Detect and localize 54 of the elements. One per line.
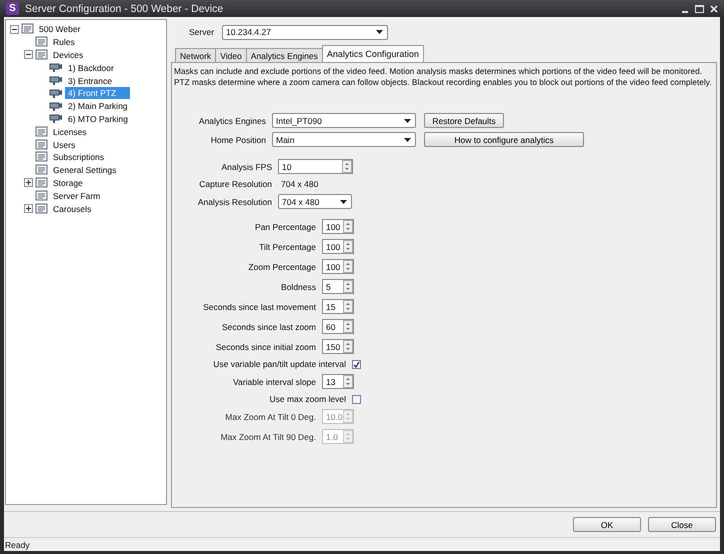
server-dropdown[interactable]: 10.234.4.27: [222, 24, 388, 40]
field-label: Boldness: [280, 282, 316, 292]
server-label: Server: [189, 27, 214, 37]
tree-item[interactable]: 2) Main Parking: [65, 100, 131, 112]
app-logo-icon: S: [6, 2, 19, 15]
field-label: Analysis Resolution: [196, 196, 272, 206]
dropdown[interactable]: Intel_PT090: [272, 113, 416, 128]
field-label: Max Zoom At Tilt 90 Deg.: [220, 432, 316, 442]
tree-item[interactable]: Licenses: [50, 126, 90, 138]
tree-item[interactable]: 6) MTO Parking: [65, 112, 131, 125]
action-button[interactable]: How to configure analytics: [424, 132, 584, 147]
field-label: Seconds since last zoom: [220, 322, 316, 332]
spin-field[interactable]: 15: [326, 302, 336, 312]
action-button[interactable]: Restore Defaults: [424, 113, 504, 128]
tab[interactable]: Analytics Engines: [246, 48, 323, 62]
tree-item[interactable]: 1) Backdoor: [65, 62, 117, 74]
tree-item[interactable]: Users: [50, 138, 78, 151]
tree-item[interactable]: 500 Weber: [36, 23, 84, 36]
spin-field[interactable]: 13: [326, 376, 336, 386]
tree-item[interactable]: General Settings: [50, 164, 120, 176]
status-text: Ready: [5, 540, 30, 550]
field-label: Seconds since initial zoom: [214, 342, 316, 352]
field-value: 704 x 480: [280, 179, 318, 189]
tree-item[interactable]: Subscriptions: [50, 151, 108, 164]
dialog-button[interactable]: OK: [573, 517, 641, 532]
field-label: Tilt Percentage: [258, 242, 316, 252]
window-title: Server Configuration - 500 Weber - Device: [25, 2, 224, 14]
field-label: Seconds since last movement: [202, 302, 316, 312]
field-label: Analysis FPS: [220, 162, 272, 172]
tree-item[interactable]: Rules: [50, 36, 78, 48]
tab[interactable]: Video: [215, 48, 247, 62]
tree-item[interactable]: Carousels: [50, 202, 94, 215]
field-label: Max Zoom At Tilt 0 Deg.: [224, 412, 316, 422]
dropdown[interactable]: Main: [272, 132, 416, 147]
checkbox-label: Use variable pan/tilt update interval: [212, 359, 346, 369]
tree-item[interactable]: Server Farm: [50, 190, 104, 202]
resolution-dropdown[interactable]: 704 x 480: [278, 194, 352, 209]
field-label: Capture Resolution: [198, 179, 272, 189]
field-label: Home Position: [210, 134, 266, 144]
field-label: Pan Percentage: [254, 222, 316, 232]
tree-item[interactable]: Devices: [50, 48, 86, 61]
field-label: Zoom Percentage: [247, 262, 316, 272]
field-label: Variable interval slope: [232, 376, 316, 386]
tab[interactable]: Analytics Configuration: [322, 45, 424, 62]
field-label: Analytics Engines: [198, 116, 266, 126]
tree-item[interactable]: 3) Entrance: [65, 74, 115, 87]
tree-item[interactable]: Storage: [50, 176, 86, 189]
spin-field[interactable]: 5: [326, 282, 331, 292]
description-text: Masks can include and exclude portions of the video feed. Motion analysis masks determines which portions of the video feed will be monitored. PTZ masks determine where a zoom camera can follow objects. Blackout recording enables you to block out portions of the video feed completely.: [174, 66, 713, 88]
tab[interactable]: Network: [175, 48, 216, 62]
checkbox-label: Use max zoom level: [268, 394, 346, 404]
dialog-button[interactable]: Close: [648, 517, 716, 532]
spin-field[interactable]: 60: [326, 322, 336, 332]
spin-field[interactable]: 10: [282, 162, 292, 172]
